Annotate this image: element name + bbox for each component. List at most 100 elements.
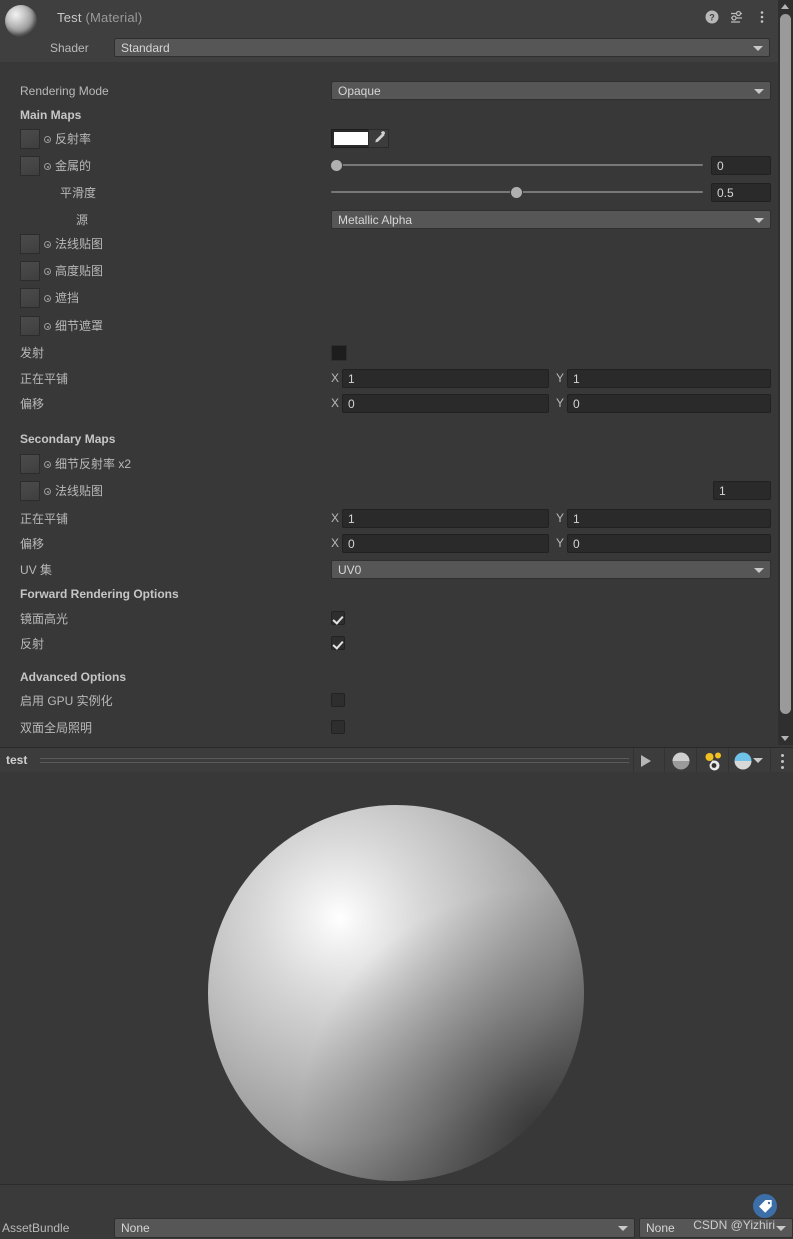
detail-albedo-toggle-icon[interactable] bbox=[44, 461, 51, 468]
tiling2-y-field[interactable]: 1 bbox=[567, 509, 771, 528]
inspector-scrollbar[interactable] bbox=[778, 0, 793, 745]
metallic-value-field[interactable]: 0 bbox=[711, 156, 771, 175]
secondary-maps-header: Secondary Maps bbox=[20, 432, 116, 446]
chevron-down-icon[interactable] bbox=[753, 758, 763, 763]
lighting-icon bbox=[705, 752, 721, 771]
assetbundle-label: AssetBundle bbox=[2, 1221, 70, 1235]
slider-knob[interactable] bbox=[331, 160, 342, 171]
shader-dropdown[interactable]: Standard bbox=[114, 38, 770, 57]
play-button[interactable] bbox=[633, 748, 664, 773]
shader-label: Shader bbox=[50, 41, 89, 55]
offset2-y-field[interactable]: 0 bbox=[567, 534, 771, 553]
rendering-mode-dropdown[interactable]: Opaque bbox=[331, 81, 771, 100]
row-height-map: 高度贴图 bbox=[0, 260, 778, 282]
metallic-slider[interactable] bbox=[331, 156, 703, 175]
chevron-down-icon bbox=[754, 568, 764, 573]
offset2-x-field[interactable]: 0 bbox=[342, 534, 549, 553]
uv-set-dropdown[interactable]: UV0 bbox=[331, 560, 771, 579]
detail-mask-toggle-icon[interactable] bbox=[44, 323, 51, 330]
normal-map-toggle-icon[interactable] bbox=[44, 241, 51, 248]
offset-x-axis-label: X bbox=[331, 396, 340, 410]
assetbundle-dropdown[interactable]: None bbox=[114, 1218, 635, 1238]
row-gpu-instancing: 启用 GPU 实例化 bbox=[0, 690, 778, 712]
double-sided-gi-checkbox[interactable] bbox=[331, 720, 345, 734]
detail-normal-texture-slot[interactable] bbox=[20, 481, 40, 501]
tiling-x-field[interactable]: 1 bbox=[342, 369, 549, 388]
overflow-menu-icon bbox=[781, 754, 784, 772]
emission-label: 发射 bbox=[20, 346, 45, 360]
lighting-button[interactable] bbox=[696, 748, 728, 773]
occlusion-label: 遮挡 bbox=[55, 291, 80, 305]
row-offset-main: 偏移 X 0 Y 0 bbox=[0, 393, 778, 415]
offset2-y-value: 0 bbox=[573, 537, 580, 551]
tiling2-x-axis-label: X bbox=[331, 511, 340, 525]
scroll-up-arrow-icon[interactable] bbox=[781, 4, 789, 9]
detail-mask-texture-slot[interactable] bbox=[20, 316, 40, 336]
assetbundle-variant-value: None bbox=[646, 1221, 675, 1235]
help-icon[interactable]: ? bbox=[705, 10, 719, 24]
row-detail-mask: 细节遮罩 bbox=[0, 315, 778, 337]
tiling2-x-field[interactable]: 1 bbox=[342, 509, 549, 528]
tiling2-y-axis-label: Y bbox=[556, 511, 565, 525]
reflections-checkbox[interactable] bbox=[331, 636, 345, 650]
smoothness-value-field[interactable]: 0.5 bbox=[711, 183, 771, 202]
metallic-value: 0 bbox=[717, 159, 724, 173]
environment-button[interactable] bbox=[728, 748, 770, 773]
gpu-instancing-label: 启用 GPU 实例化 bbox=[20, 694, 113, 708]
chevron-down-icon bbox=[776, 1226, 786, 1231]
offset-y-axis-label: Y bbox=[556, 396, 565, 410]
chevron-down-icon bbox=[754, 89, 764, 94]
detail-albedo-label: 细节反射率 x2 bbox=[55, 457, 132, 471]
tiling2-y-value: 1 bbox=[573, 512, 580, 526]
row-uv-set: UV 集 UV0 bbox=[0, 559, 778, 581]
detail-normal-toggle-icon[interactable] bbox=[44, 488, 51, 495]
offset-x-field[interactable]: 0 bbox=[342, 394, 549, 413]
row-offset-secondary: 偏移 X 0 Y 0 bbox=[0, 533, 778, 555]
row-metallic: 金属的 0 bbox=[0, 155, 778, 177]
metallic-toggle-icon[interactable] bbox=[44, 163, 51, 170]
preview-sphere[interactable] bbox=[208, 805, 584, 1181]
gpu-instancing-checkbox[interactable] bbox=[331, 693, 345, 707]
albedo-texture-slot[interactable] bbox=[20, 129, 40, 149]
scroll-down-arrow-icon[interactable] bbox=[781, 736, 789, 741]
rendering-mode-value: Opaque bbox=[338, 84, 381, 98]
tiling-x-axis-label: X bbox=[331, 371, 340, 385]
preview-overflow-button[interactable] bbox=[770, 748, 793, 773]
smoothness-slider[interactable] bbox=[331, 183, 703, 202]
height-map-toggle-icon[interactable] bbox=[44, 268, 51, 275]
height-map-texture-slot[interactable] bbox=[20, 261, 40, 281]
menu-icon[interactable] bbox=[755, 10, 769, 24]
detail-normal-scale-field[interactable]: 1 bbox=[713, 481, 771, 500]
normal-map-texture-slot[interactable] bbox=[20, 234, 40, 254]
specular-highlights-checkbox[interactable] bbox=[331, 611, 345, 625]
occlusion-toggle-icon[interactable] bbox=[44, 295, 51, 302]
emission-color-swatch[interactable] bbox=[331, 345, 347, 361]
main-maps-header: Main Maps bbox=[20, 108, 82, 122]
source-dropdown[interactable]: Metallic Alpha bbox=[331, 210, 771, 229]
smoothness-value: 0.5 bbox=[717, 186, 734, 200]
row-secondary-maps-header: Secondary Maps bbox=[0, 428, 778, 450]
preview-sphere-icon bbox=[672, 752, 690, 770]
inspector-window: Test (Material) ? Shader Standard Render… bbox=[0, 0, 793, 1239]
slider-knob[interactable] bbox=[511, 187, 522, 198]
occlusion-texture-slot[interactable] bbox=[20, 288, 40, 308]
tiling-y-field[interactable]: 1 bbox=[567, 369, 771, 388]
uv-set-label: UV 集 bbox=[20, 563, 53, 577]
metallic-texture-slot[interactable] bbox=[20, 156, 40, 176]
detail-albedo-texture-slot[interactable] bbox=[20, 454, 40, 474]
row-tiling-main: 正在平铺 X 1 Y 1 bbox=[0, 368, 778, 390]
row-emission: 发射 bbox=[0, 342, 778, 364]
eyedropper-icon[interactable] bbox=[368, 129, 389, 148]
scrollbar-thumb[interactable] bbox=[780, 14, 791, 714]
svg-text:?: ? bbox=[709, 13, 715, 23]
source-label: 源 bbox=[76, 213, 89, 227]
smoothness-label: 平滑度 bbox=[60, 186, 97, 200]
page-title: Test (Material) bbox=[57, 10, 142, 25]
tag-badge-icon[interactable] bbox=[753, 1194, 777, 1218]
chevron-down-icon bbox=[754, 218, 764, 223]
offset-y-field[interactable]: 0 bbox=[567, 394, 771, 413]
preset-icon[interactable] bbox=[730, 10, 744, 24]
material-type: (Material) bbox=[85, 10, 143, 25]
preview-mesh-button[interactable] bbox=[664, 748, 696, 773]
albedo-toggle-icon[interactable] bbox=[44, 136, 51, 143]
